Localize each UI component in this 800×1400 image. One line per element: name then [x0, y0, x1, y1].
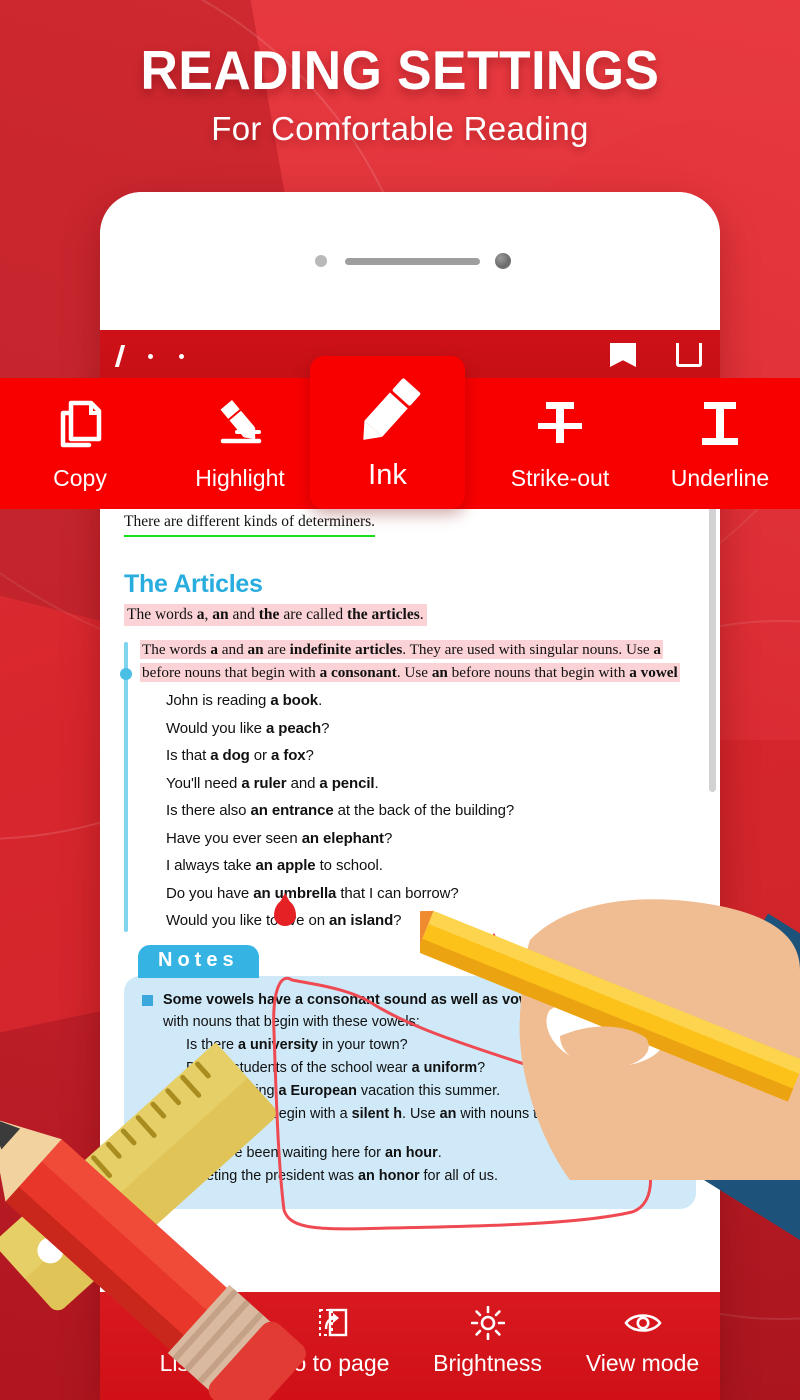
- camera-icon: [495, 253, 511, 269]
- toolbar-label: Copy: [53, 465, 107, 491]
- underline-t-icon: [694, 394, 746, 454]
- strikeout-t-icon: [534, 394, 586, 454]
- bookmark-icon[interactable]: [610, 343, 636, 367]
- blue-side-bar: [120, 642, 132, 933]
- toolbar-label: Strike-out: [510, 465, 610, 491]
- copy-icon: [57, 394, 103, 454]
- list-item: Do the students of the school wear a uni…: [186, 1060, 486, 1077]
- bullet-icon: [142, 995, 153, 1007]
- highlight-pen-icon: [213, 394, 267, 454]
- square-outline-icon[interactable]: [676, 343, 702, 367]
- nav-label: Brightness: [433, 1350, 542, 1376]
- articles-line: The words a, an and the are called the a…: [124, 604, 427, 627]
- list-item: Is there also an entrance at the back of…: [166, 802, 515, 820]
- list-item: I always take an apple to school.: [166, 857, 383, 875]
- header-dot-icon: [148, 353, 153, 359]
- notes-box: Some vowels have a consonant sound as we…: [124, 976, 696, 1210]
- note-item: Some vowels have a consonant sound as we…: [142, 990, 678, 1033]
- hero-header: READING SETTINGS For Comfortable Reading: [0, 0, 800, 185]
- indefinite-articles-block: The words a and an are indefinite articl…: [120, 638, 696, 933]
- notes-section: Notes Some vowels have a consonant sound…: [124, 945, 696, 1210]
- notes-tab-label: Notes: [138, 945, 259, 979]
- scrollbar[interactable]: [709, 492, 716, 792]
- page-title: READING SETTINGS: [140, 38, 660, 101]
- eye-view-icon: [623, 1306, 662, 1340]
- goto-page-icon: [317, 1306, 349, 1340]
- list-item: Is that a dog or a fox?: [166, 747, 314, 765]
- list-item: Do you have an umbrella that I can borro…: [166, 884, 459, 902]
- toolbar-label: Underline: [670, 465, 770, 491]
- back-icon[interactable]: [114, 345, 126, 367]
- note-text: Some vowels have a consonant sound as we…: [163, 992, 659, 1030]
- nav-item-brightness[interactable]: Brightness: [410, 1306, 565, 1377]
- nav-item-view-mode[interactable]: View mode: [565, 1306, 720, 1377]
- toolbar-item-strikeout[interactable]: Strike-out: [480, 378, 640, 492]
- nav-item-list[interactable]: List: [100, 1306, 255, 1377]
- ink-drop: [274, 900, 296, 926]
- toolbar-label: Ink: [368, 459, 407, 491]
- sensor-icon: [315, 255, 327, 267]
- toolbar-label: Highlight: [195, 465, 285, 491]
- nav-label: List: [159, 1350, 196, 1376]
- list-item: John is reading a book.: [166, 692, 323, 710]
- document-page: 4Determiners Determiners, or noun signal…: [100, 382, 720, 1400]
- page-subtitle: For Comfortable Reading: [211, 109, 589, 147]
- nav-label: Go to page: [275, 1350, 390, 1376]
- app-header-right: [610, 343, 702, 369]
- indefinite-paragraph: The words a and an are indefinite articl…: [140, 640, 680, 683]
- header-dot-icon: [179, 353, 184, 359]
- list-bookmark-icon: [165, 1306, 191, 1340]
- sun-brightness-icon: [470, 1306, 505, 1340]
- toolbar-item-underline[interactable]: Underline: [640, 378, 800, 492]
- annotation-toolbar: Copy Highlight Ink Strike-out Underline: [0, 356, 800, 509]
- nav-item-goto-page[interactable]: Go to page: [255, 1306, 410, 1377]
- toolbar-item-copy[interactable]: Copy: [0, 378, 160, 492]
- toolbar-item-ink[interactable]: Ink: [310, 356, 465, 509]
- speaker-grill: [345, 258, 480, 265]
- list-item: Is there a university in your town?: [186, 1037, 408, 1054]
- list-item: Would you like to live on an island?: [166, 912, 402, 930]
- app-header-left: [114, 345, 184, 367]
- list-item: You'll need a ruler and a pencil.: [166, 774, 379, 792]
- list-item: Some nouns begin with a silent h. Use an…: [186, 1106, 638, 1139]
- phone-top-bezel: [100, 192, 720, 330]
- ink-drop: [483, 940, 505, 966]
- ink-pencil-icon: [350, 374, 426, 448]
- toolbar-item-highlight[interactable]: Highlight: [160, 378, 320, 492]
- bottom-nav-bar: List Go to page Brightness View mode: [100, 1292, 720, 1400]
- section-heading: The Articles: [124, 570, 263, 599]
- list-item: Meeting the president was an honor for a…: [186, 1168, 498, 1185]
- list-item: Have you ever seen an elephant?: [166, 829, 393, 847]
- list-item: We are taking a European vacation this s…: [186, 1083, 501, 1100]
- examples-list: John is reading a book. Would you like a…: [166, 692, 696, 929]
- intro-line: There are different kinds of determiners…: [124, 510, 376, 538]
- list-item: Would you like a peach?: [166, 719, 330, 737]
- nav-label: View mode: [585, 1350, 700, 1376]
- note-examples-list: Is there a university in your town? Do t…: [186, 1037, 678, 1184]
- list-item: We have been waiting here for an hour.: [186, 1145, 442, 1162]
